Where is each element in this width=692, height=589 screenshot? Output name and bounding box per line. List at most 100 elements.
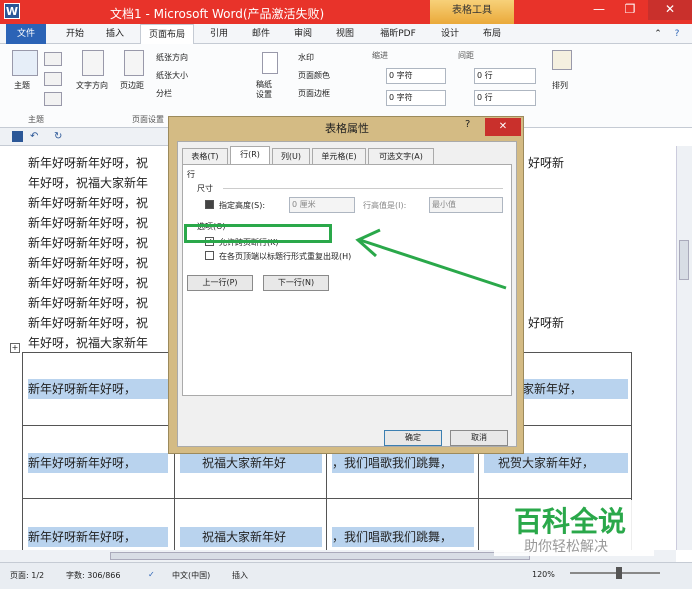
doc-line: 新年好呀新年好呀，祝 bbox=[28, 196, 149, 210]
page-borders-button[interactable]: 页面边框 bbox=[298, 88, 330, 99]
insert-mode[interactable]: 插入 bbox=[232, 570, 248, 581]
save-icon[interactable] bbox=[12, 131, 23, 142]
indent-right-input[interactable]: 0 字符 bbox=[386, 90, 446, 106]
row-height-input[interactable]: 0 厘米 bbox=[289, 197, 355, 213]
arrange-icon[interactable] bbox=[552, 50, 572, 70]
indent-group-label: 缩进 bbox=[372, 51, 388, 60]
theme-colors-icon[interactable] bbox=[44, 52, 62, 66]
specify-height-label: 指定高度(S): bbox=[219, 201, 266, 210]
table-cell[interactable]: 祝贺大家新年好， bbox=[484, 453, 628, 473]
vertical-scrollbar[interactable] bbox=[676, 146, 692, 550]
dialog-body: 表格(T) 行(R) 列(U) 单元格(E) 可选文字(A) 行 尺寸 指定高度… bbox=[177, 141, 517, 447]
table-move-handle-icon[interactable]: + bbox=[10, 343, 20, 353]
minimize-icon[interactable]: — bbox=[584, 0, 614, 20]
tab-alt-text[interactable]: 可选文字(A) bbox=[368, 148, 434, 164]
table-cell[interactable]: 新年好呀新年好呀， bbox=[28, 527, 168, 547]
table-cell[interactable]: 祝福大家新年好 bbox=[180, 527, 322, 547]
spacing-after-input[interactable]: 0 行 bbox=[474, 90, 536, 106]
table-cell[interactable]: 祝福大家新年好 bbox=[180, 453, 322, 473]
tab-column[interactable]: 列(U) bbox=[272, 148, 310, 164]
row-height-mode-label: 行高值是(I): bbox=[363, 201, 407, 210]
page-size-button[interactable]: 纸张大小 bbox=[156, 70, 188, 81]
page-count[interactable]: 页面: 1/2 bbox=[10, 570, 44, 581]
restore-icon[interactable]: ❐ bbox=[614, 0, 646, 20]
orientation-button[interactable]: 纸张方向 bbox=[156, 52, 188, 63]
dialog-close-icon[interactable]: ✕ bbox=[485, 118, 521, 136]
tab-view[interactable]: 视图 bbox=[328, 24, 362, 44]
watermark-title: 百科全说 bbox=[514, 505, 627, 538]
page-color-button[interactable]: 页面颜色 bbox=[298, 70, 330, 81]
cancel-button[interactable]: 取消 bbox=[450, 430, 508, 446]
table-row-divider bbox=[22, 498, 632, 499]
theme-fonts-icon[interactable] bbox=[44, 72, 62, 86]
repeat-header-checkbox[interactable] bbox=[205, 251, 214, 260]
previous-row-button[interactable]: 上一行(P) bbox=[187, 275, 253, 291]
annotation-arrow-icon bbox=[355, 228, 507, 290]
doc-line: 新年好呀新年好呀，祝 bbox=[28, 316, 149, 330]
doc-line: 新年好呀新年好呀，祝 bbox=[28, 216, 149, 230]
tab-page-layout[interactable]: 页面布局 bbox=[140, 24, 194, 44]
table-tools-context-label: 表格工具 bbox=[430, 0, 514, 24]
tab-table[interactable]: 表格(T) bbox=[182, 148, 228, 164]
theme-effects-icon[interactable] bbox=[44, 92, 62, 106]
tab-design[interactable]: 设计 bbox=[432, 24, 468, 44]
dialog-help-icon[interactable]: ? bbox=[465, 119, 470, 130]
doc-line: 新年好呀新年好呀，祝 bbox=[28, 236, 149, 250]
tab-references[interactable]: 引用 bbox=[202, 24, 236, 44]
margins-label[interactable]: 页边距 bbox=[120, 80, 144, 91]
tab-review[interactable]: 审阅 bbox=[286, 24, 320, 44]
tab-insert[interactable]: 插入 bbox=[98, 24, 132, 44]
ribbon-collapse-icon[interactable]: ⌃ bbox=[650, 24, 666, 44]
window-title: 文档1 - Microsoft Word(产品激活失败) bbox=[110, 7, 325, 21]
tab-home[interactable]: 开始 bbox=[58, 24, 92, 44]
text-direction-label[interactable]: 文字方向 bbox=[76, 80, 108, 91]
text-direction-icon[interactable] bbox=[82, 50, 104, 76]
row-section-label: 行 bbox=[187, 170, 195, 179]
row-height-mode-select[interactable]: 最小值 bbox=[429, 197, 503, 213]
doc-line-right: 好呀新 bbox=[528, 156, 565, 170]
quick-access-toolbar bbox=[0, 128, 170, 146]
table-cell[interactable]: 新年好呀新年好呀， bbox=[28, 453, 168, 473]
draft-paper-settings-label[interactable]: 稿纸 设置 bbox=[256, 80, 272, 100]
margins-icon[interactable] bbox=[124, 50, 144, 76]
help-icon[interactable]: ? bbox=[668, 24, 686, 44]
zoom-level[interactable]: 120% bbox=[532, 570, 555, 579]
redo-icon[interactable]: ↻ bbox=[54, 131, 62, 142]
tab-foxit-pdf[interactable]: 福昕PDF bbox=[370, 24, 426, 44]
table-cell[interactable]: ，我们唱歌我们跳舞， bbox=[332, 453, 474, 473]
dialog-title: 表格属性 bbox=[325, 122, 369, 135]
theme-button-label[interactable]: 主题 bbox=[14, 80, 30, 91]
close-icon[interactable]: ✕ bbox=[648, 0, 692, 20]
tab-cell[interactable]: 单元格(E) bbox=[312, 148, 366, 164]
zoom-slider-thumb[interactable] bbox=[616, 567, 622, 579]
indent-left-input[interactable]: 0 字符 bbox=[386, 68, 446, 84]
spacing-before-input[interactable]: 0 行 bbox=[474, 68, 536, 84]
tab-row[interactable]: 行(R) bbox=[230, 146, 270, 164]
undo-icon[interactable]: ↶ bbox=[30, 131, 38, 142]
doc-line: 年好呀，祝福大家新年 bbox=[28, 336, 149, 350]
proofing-icon[interactable]: ✓ bbox=[148, 570, 155, 579]
spacing-group-label: 间距 bbox=[458, 51, 474, 60]
word-count[interactable]: 字数: 306/866 bbox=[66, 570, 120, 581]
horizontal-scroll-thumb[interactable] bbox=[110, 552, 530, 560]
columns-button[interactable]: 分栏 bbox=[156, 88, 172, 99]
table-cell[interactable]: ，我们唱歌我们跳舞， bbox=[332, 527, 474, 547]
watermark-subtitle: 助你轻松解决 bbox=[524, 539, 608, 555]
tab-layout-table[interactable]: 布局 bbox=[474, 24, 510, 44]
theme-group-label: 主题 bbox=[28, 115, 44, 124]
tab-mailings[interactable]: 邮件 bbox=[244, 24, 278, 44]
zoom-slider[interactable] bbox=[570, 572, 660, 574]
table-cell[interactable]: 新年好呀新年好呀， bbox=[28, 379, 168, 399]
arrange-button[interactable]: 排列 bbox=[552, 80, 568, 91]
vertical-scroll-thumb[interactable] bbox=[679, 240, 689, 280]
doc-line: 新年好呀新年好呀，祝 bbox=[28, 276, 149, 290]
language[interactable]: 中文(中国) bbox=[172, 570, 210, 581]
ok-button[interactable]: 确定 bbox=[384, 430, 442, 446]
next-row-button[interactable]: 下一行(N) bbox=[263, 275, 329, 291]
watermark-button[interactable]: 水印 bbox=[298, 52, 314, 63]
specify-height-checkbox[interactable] bbox=[205, 200, 214, 209]
theme-icon[interactable] bbox=[12, 50, 38, 76]
word-app-icon[interactable]: W bbox=[4, 3, 20, 19]
tab-file[interactable]: 文件 bbox=[6, 24, 46, 44]
draft-paper-icon[interactable] bbox=[262, 52, 278, 74]
